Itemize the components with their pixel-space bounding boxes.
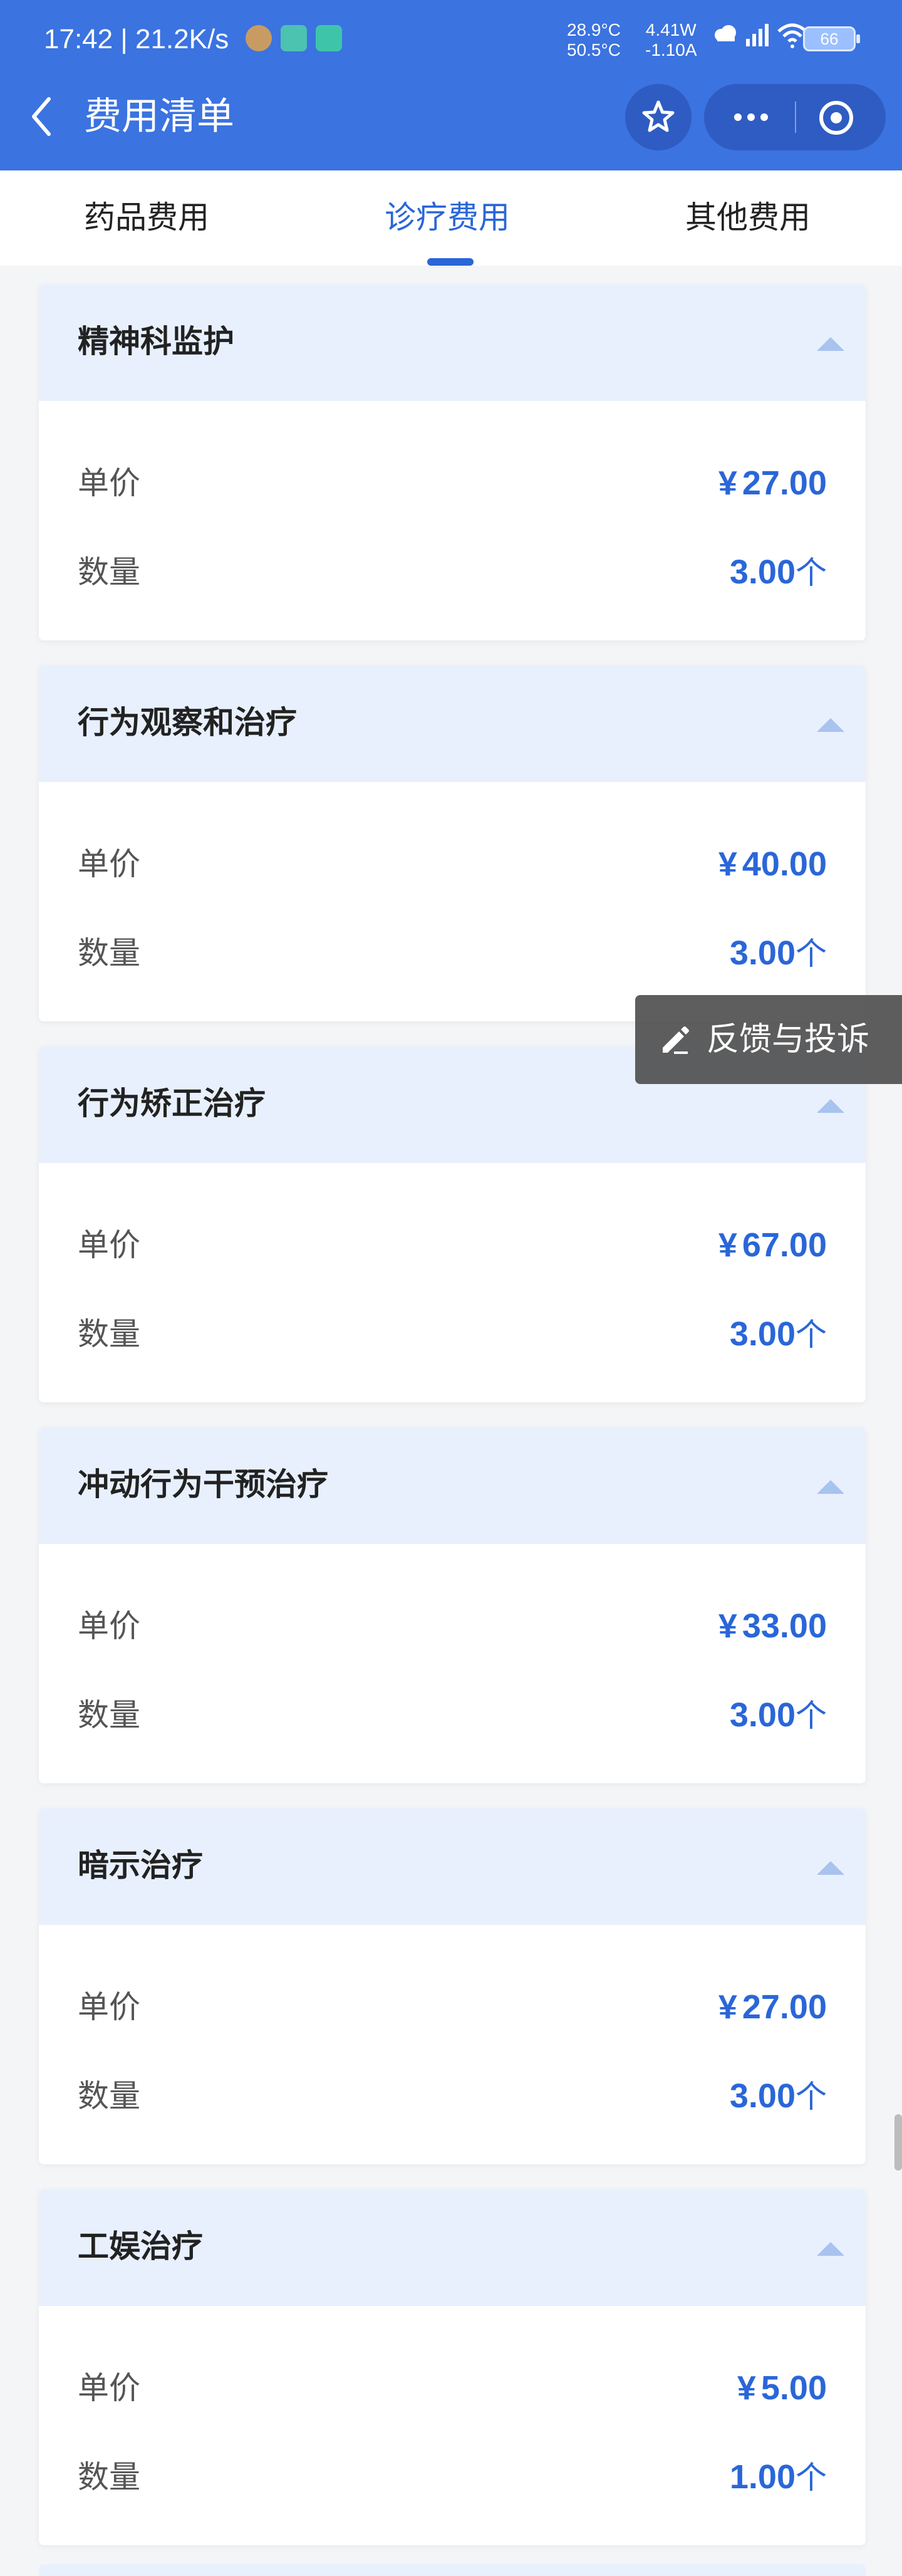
weather-cloud-icon xyxy=(715,25,736,41)
tab-drug-fees[interactable]: 药品费用 xyxy=(84,198,209,237)
fee-card: 暗示治疗 单价 ¥27.00 数量 3.00个 xyxy=(39,1808,866,2164)
status-power: 4.41W -1.10A xyxy=(645,20,697,60)
price-label: 单价 xyxy=(78,1608,140,1644)
scrollbar[interactable] xyxy=(894,2114,902,2171)
quantity-value: 3.00个 xyxy=(729,1315,827,1353)
price-label: 单价 xyxy=(78,846,140,882)
app-notification-icon xyxy=(246,25,272,51)
fee-card-header[interactable]: 暗示治疗 xyxy=(39,1808,866,1925)
fee-tabs: 药品费用 诊疗费用 其他费用 xyxy=(0,170,902,266)
price-value: ¥67.00 xyxy=(718,1226,827,1264)
chevron-up-icon[interactable] xyxy=(816,1478,846,1495)
miniapp-capsule xyxy=(704,84,886,150)
fee-card-header[interactable]: 行为观察和治疗 xyxy=(39,665,866,782)
status-notification-icons xyxy=(246,25,342,51)
quantity-value: 3.00个 xyxy=(729,553,827,591)
fee-item-name: 行为矫正治疗 xyxy=(78,1085,266,1122)
quantity-label: 数量 xyxy=(78,554,140,590)
signal-bars-icon xyxy=(746,24,769,46)
quantity-label: 数量 xyxy=(78,2078,140,2114)
price-label: 单价 xyxy=(78,1227,140,1263)
fee-card: 工娱治疗 单价 ¥5.00 数量 1.00个 xyxy=(39,2189,866,2545)
fee-card-partial xyxy=(39,2564,866,2576)
price-value: ¥5.00 xyxy=(737,2369,827,2407)
quantity-value: 3.00个 xyxy=(729,2077,827,2115)
feedback-button[interactable]: 反馈与投诉 xyxy=(635,995,902,1084)
edit-icon xyxy=(663,1026,689,1054)
status-network xyxy=(711,21,809,49)
star-icon xyxy=(642,100,675,132)
price-value: ¥27.00 xyxy=(718,1988,827,2026)
chevron-up-icon[interactable] xyxy=(816,335,846,352)
price-value: ¥33.00 xyxy=(718,1607,827,1645)
fee-card-header[interactable]: 工娱治疗 xyxy=(39,2189,866,2306)
tab-treatment-fees[interactable]: 诊疗费用 xyxy=(385,198,510,237)
capsule-divider xyxy=(795,102,796,133)
fee-card-header[interactable]: 冲动行为干预治疗 xyxy=(39,1427,866,1544)
quantity-value: 1.00个 xyxy=(729,2458,827,2496)
active-tab-indicator xyxy=(427,258,474,266)
fee-card: 行为观察和治疗 单价 ¥40.00 数量 3.00个 xyxy=(39,665,866,1021)
fee-card: 冲动行为干预治疗 单价 ¥33.00 数量 3.00个 xyxy=(39,1427,866,1783)
chevron-up-icon[interactable] xyxy=(816,1097,846,1114)
back-arrow-icon[interactable] xyxy=(26,93,56,140)
vpn-shield-icon xyxy=(281,25,307,51)
top-bar: 17:42 | 21.2K/s 28.9°C 50.5°C 4.41W -1.1… xyxy=(0,0,902,170)
fee-card: 行为矫正治疗 单价 ¥67.00 数量 3.00个 xyxy=(39,1046,866,1402)
chevron-up-icon[interactable] xyxy=(816,716,846,733)
fee-item-name: 冲动行为干预治疗 xyxy=(78,1466,328,1503)
chevron-up-icon[interactable] xyxy=(816,2240,846,2257)
gallery-notification-icon xyxy=(316,25,342,51)
quantity-label: 数量 xyxy=(78,935,140,971)
price-value: ¥40.00 xyxy=(718,845,827,883)
quantity-label: 数量 xyxy=(78,1697,140,1733)
price-label: 单价 xyxy=(78,2370,140,2406)
quantity-label: 数量 xyxy=(78,1316,140,1352)
fee-item-name: 暗示治疗 xyxy=(78,1847,203,1884)
fee-card: 精神科监护 单价 ¥27.00 数量 3.00个 xyxy=(39,284,866,640)
record-icon[interactable] xyxy=(818,100,854,136)
tab-other-fees[interactable]: 其他费用 xyxy=(685,198,811,237)
price-label: 单价 xyxy=(78,465,140,501)
status-temperature: 28.9°C 50.5°C xyxy=(567,20,621,60)
quantity-label: 数量 xyxy=(78,2459,140,2495)
quantity-value: 3.00个 xyxy=(729,934,827,972)
price-value: ¥27.00 xyxy=(718,464,827,502)
fee-item-name: 精神科监护 xyxy=(78,323,234,360)
fee-item-name: 行为观察和治疗 xyxy=(78,704,297,741)
chevron-up-icon[interactable] xyxy=(816,1859,846,1876)
feedback-label: 反馈与投诉 xyxy=(707,1021,870,1058)
battery-indicator: 66 xyxy=(803,26,860,51)
favorite-button[interactable] xyxy=(625,84,692,150)
more-icon[interactable] xyxy=(729,102,773,132)
page-title: 费用清单 xyxy=(84,95,234,138)
fee-item-name: 工娱治疗 xyxy=(78,2228,203,2265)
quantity-value: 3.00个 xyxy=(729,1696,827,1734)
fee-card-header[interactable]: 精神科监护 xyxy=(39,284,866,401)
status-time: 17:42 | 21.2K/s xyxy=(44,24,229,55)
price-label: 单价 xyxy=(78,1989,140,2025)
